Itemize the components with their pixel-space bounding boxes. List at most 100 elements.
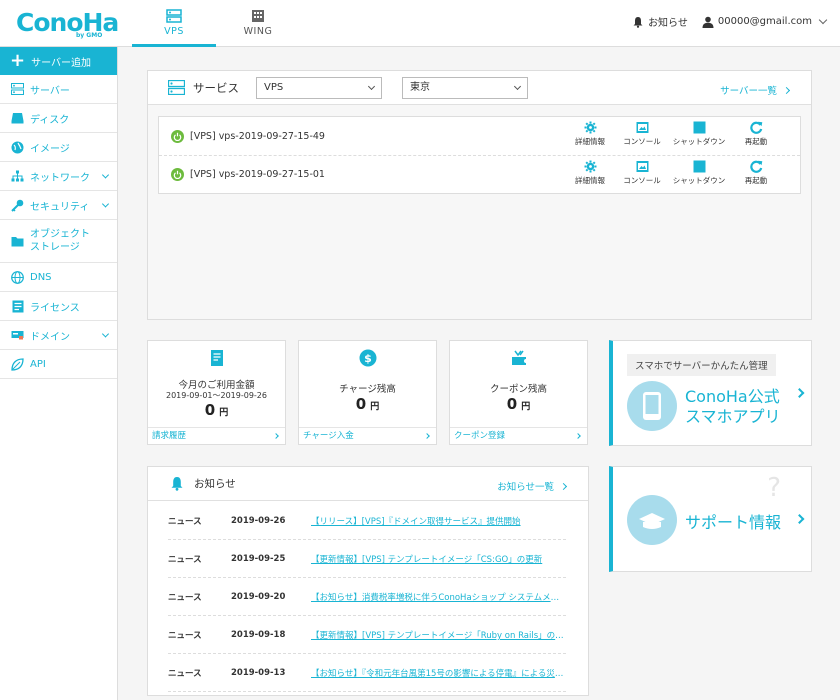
shutdown-button[interactable]: シャットダウン [668, 160, 730, 186]
user-icon [702, 16, 714, 28]
sidebar-item-label: ディスク [30, 114, 70, 126]
server-row[interactable]: [VPS] vps-2019-09-27-15-01 詳細情報 コンソール シャ… [159, 155, 800, 193]
account-menu[interactable]: 00000@gmail.com [702, 15, 828, 28]
billing-history-label: 請求履歴 [152, 431, 187, 441]
globe-icon [11, 270, 24, 284]
add-server-label: サーバー追加 [31, 57, 91, 69]
news-category: ニュース [168, 517, 202, 527]
service-title: サービス [193, 80, 239, 95]
sidebar-item-dns[interactable]: DNS [0, 263, 117, 292]
power-icon [171, 129, 184, 143]
news-link[interactable]: 【リリース】[VPS]『ドメイン取得サービス』提供開始 [311, 515, 566, 527]
coupon-register-link[interactable]: クーポン登録 [450, 427, 587, 444]
notice-button[interactable]: お知らせ [632, 14, 688, 29]
app-title-line2: スマホアプリ [685, 407, 781, 426]
sidebar-item-label: イメージ [30, 143, 70, 155]
api-icon [11, 357, 24, 371]
conoha-logo[interactable]: ConoHa by GMO [16, 8, 119, 39]
restart-button[interactable]: 再起動 [730, 160, 782, 186]
shutdown-label: シャットダウン [672, 137, 726, 146]
news-link[interactable]: 【お知らせ】『令和元年台風第15号の影響による停電』による災害支援について [311, 667, 566, 679]
shutdown-button[interactable]: シャットダウン [668, 121, 730, 147]
add-server-button[interactable]: + サーバー追加 [0, 47, 117, 75]
news-link[interactable]: 【更新情報】[VPS] テンプレートイメージ「Ruby on Rails」の更新 [311, 629, 566, 641]
news-link[interactable]: 【お知らせ】消費税率増税に伴うConoHaショップ システムメンテナンスのお知ら… [311, 591, 566, 603]
building-icon [252, 10, 264, 22]
sidebar-item-domain[interactable]: ドメイン [0, 321, 117, 350]
chevron-down-icon [513, 82, 522, 91]
server-icon [11, 83, 24, 96]
sidebar-item-security[interactable]: セキュリティ [0, 191, 117, 220]
news-category: ニュース [168, 631, 202, 641]
folder-icon [11, 235, 24, 248]
tab-vps[interactable]: VPS [132, 0, 216, 47]
sidebar-item-api[interactable]: API [0, 350, 117, 379]
server-icon [168, 80, 185, 95]
detail-label: 詳細情報 [575, 137, 605, 146]
app-banner-title: ConoHa公式 スマホアプリ [685, 387, 781, 427]
server-list-link[interactable]: サーバー一覧 [720, 83, 791, 97]
region-select[interactable]: 東京 [402, 77, 528, 99]
network-icon [11, 170, 24, 183]
console-button[interactable]: コンソール [616, 160, 668, 186]
sidebar-item-license[interactable]: ライセンス [0, 292, 117, 321]
restart-button[interactable]: 再起動 [730, 121, 782, 147]
support-banner[interactable]: ? サポート情報 [609, 466, 812, 572]
news-link[interactable]: 【更新情報】[VPS] テンプレートイメージ「CS:GO」の更新 [311, 553, 566, 565]
server-name[interactable]: [VPS] vps-2019-09-27-15-49 [190, 131, 325, 142]
coupon-amount: 0円 [450, 395, 587, 413]
usage-card: 今月のご利用金額 2019-09-01〜2019-09-26 0円 請求履歴 [147, 340, 286, 445]
plan-select[interactable]: VPS [256, 77, 382, 99]
chevron-right-icon [273, 433, 279, 439]
chevron-right-icon [559, 482, 568, 491]
sidebar-item-label: ライセンス [30, 302, 80, 314]
shutdown-label: シャットダウン [672, 176, 726, 185]
sidebar-item-image[interactable]: イメージ [0, 133, 117, 162]
sidebar-item-label: オブジェクト ストレージ [30, 228, 90, 254]
chevron-down-icon [367, 82, 376, 91]
dollar-icon: $ [359, 349, 376, 367]
sidebar-item-object-storage[interactable]: オブジェクト ストレージ [0, 220, 117, 263]
server-name[interactable]: [VPS] vps-2019-09-27-15-01 [190, 169, 325, 180]
gear-icon [584, 121, 596, 134]
usage-amount-value: 0 [204, 401, 216, 419]
chevron-right-icon [794, 388, 805, 398]
plus-icon: + [10, 50, 26, 71]
coupon-title: クーポン残高 [489, 384, 547, 395]
chevron-right-icon [782, 86, 791, 95]
news-item: ニュース 2019-09-20 【お知らせ】消費税率増税に伴うConoHaショッ… [168, 579, 566, 616]
chevron-down-icon [101, 330, 110, 338]
tab-vps-label: VPS [164, 26, 184, 37]
coupon-amount-unit: 円 [521, 402, 531, 412]
news-item: ニュース 2019-09-26 【リリース】[VPS]『ドメイン取得サービス』提… [168, 503, 566, 540]
sidebar-item-disk[interactable]: ディスク [0, 104, 117, 133]
plan-select-value: VPS [264, 82, 284, 93]
news-date: 2019-09-18 [231, 630, 286, 640]
sidebar-item-label: セキュリティ [30, 201, 90, 213]
notice-label: お知らせ [648, 18, 688, 29]
sidebar-item-network[interactable]: ネットワーク [0, 162, 117, 191]
top-header: ConoHa by GMO VPS WING お知らせ 00000@gmail.… [0, 0, 840, 47]
news-category: ニュース [168, 593, 202, 603]
stop-icon [693, 160, 705, 173]
news-list-link[interactable]: お知らせ一覧 [497, 479, 568, 493]
charge-card: $ チャージ残高 0円 チャージ入金 [298, 340, 437, 445]
account-email: 00000@gmail.com [717, 16, 812, 27]
app-banner[interactable]: スマホでサーバーかんたん管理 ConoHa公式 スマホアプリ [609, 340, 812, 446]
console-button[interactable]: コンソール [616, 121, 668, 147]
charge-deposit-link[interactable]: チャージ入金 [299, 427, 436, 444]
sidebar-item-label: API [30, 358, 46, 370]
charge-amount: 0円 [299, 395, 436, 413]
coupon-card: クーポン残高 0円 クーポン登録 [449, 340, 588, 445]
server-row[interactable]: [VPS] vps-2019-09-27-15-49 詳細情報 コンソール シャ… [159, 117, 800, 155]
billing-history-link[interactable]: 請求履歴 [148, 427, 285, 444]
restart-label: 再起動 [744, 176, 768, 185]
news-item: ニュース 2019-09-13 【お知らせ】『令和元年台風第15号の影響による停… [168, 655, 566, 692]
charge-amount-value: 0 [355, 395, 367, 413]
detail-button[interactable]: 詳細情報 [564, 121, 616, 147]
detail-button[interactable]: 詳細情報 [564, 160, 616, 186]
power-icon [171, 168, 184, 181]
tab-wing-label: WING [243, 26, 273, 37]
sidebar-item-server[interactable]: サーバー [0, 75, 117, 104]
tab-wing[interactable]: WING [216, 0, 300, 47]
